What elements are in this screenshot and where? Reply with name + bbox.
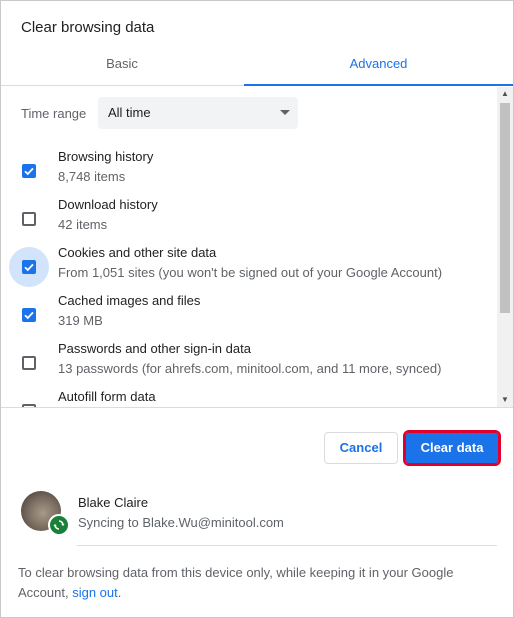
checkmark-icon (24, 311, 34, 320)
dialog-title: Clear browsing data (21, 19, 155, 36)
option-passwords[interactable]: Passwords and other sign-in data 13 pass… (1, 341, 497, 389)
cookies-checkbox[interactable] (22, 260, 36, 274)
passwords-checkbox[interactable] (22, 356, 36, 370)
option-label: Cookies and other site data (58, 245, 217, 260)
option-label: Passwords and other sign-in data (58, 341, 251, 356)
sync-status: Syncing to Blake.Wu@minitool.com (78, 515, 284, 530)
option-autofill[interactable]: Autofill form data (1, 389, 497, 407)
option-detail: 319 MB (58, 313, 103, 328)
active-tab-indicator (244, 84, 513, 86)
option-label: Download history (58, 197, 158, 212)
time-range-value: All time (108, 105, 151, 120)
option-detail: 42 items (58, 217, 108, 232)
option-download-history[interactable]: Download history 42 items (1, 197, 497, 245)
tab-bar: Basic Advanced (1, 47, 513, 86)
cancel-button[interactable]: Cancel (324, 432, 398, 464)
cached-images-checkbox[interactable] (22, 308, 36, 322)
sync-icon (48, 514, 70, 536)
vertical-scrollbar[interactable]: ▲ ▼ (497, 87, 513, 407)
dropdown-arrow-icon (280, 110, 290, 115)
sign-out-link[interactable]: sign out (72, 585, 118, 600)
option-detail: 13 passwords (for ahrefs.com, minitool.c… (58, 361, 442, 376)
option-detail: 8,748 items (58, 169, 126, 184)
option-browsing-history[interactable]: Browsing history 8,748 items (1, 149, 497, 197)
checkbox-focus-ring (9, 247, 49, 287)
time-range-select[interactable]: All time (98, 97, 298, 129)
scroll-up-arrow-icon[interactable]: ▲ (497, 87, 513, 101)
checkbox-ripple (9, 199, 49, 239)
scroll-down-arrow-icon[interactable]: ▼ (497, 393, 513, 407)
option-label: Autofill form data (58, 389, 156, 404)
footer-text-end: . (117, 585, 122, 600)
time-range-label: Time range (21, 106, 87, 121)
option-label: Browsing history (58, 149, 154, 164)
clear-data-button[interactable]: Clear data (403, 430, 501, 466)
clear-browsing-data-dialog: Clear browsing data Basic Advanced Time … (0, 0, 514, 618)
footer-note: To clear browsing data from this device … (18, 563, 488, 603)
divider (77, 545, 497, 546)
option-detail: From 1,051 sites (you won't be signed ou… (58, 265, 443, 280)
tab-basic[interactable]: Basic (1, 47, 243, 85)
account-name: Blake Claire (78, 495, 149, 510)
checkbox-ripple (9, 151, 49, 191)
account-info: Blake Claire Syncing to Blake.Wu@minitoo… (21, 491, 497, 547)
checkbox-ripple (9, 295, 49, 335)
tab-advanced[interactable]: Advanced (244, 47, 513, 86)
options-list: Time range All time Browsing history 8,7… (1, 87, 497, 407)
option-cookies[interactable]: Cookies and other site data From 1,051 s… (1, 245, 497, 293)
option-label: Cached images and files (58, 293, 201, 308)
checkbox-ripple (9, 343, 49, 383)
scrollbar-thumb[interactable] (500, 103, 510, 313)
download-history-checkbox[interactable] (22, 212, 36, 226)
browsing-history-checkbox[interactable] (22, 164, 36, 178)
tab-advanced-label: Advanced (349, 56, 408, 71)
option-cached-images[interactable]: Cached images and files 319 MB (1, 293, 497, 341)
checkbox-ripple (9, 391, 49, 407)
checkmark-icon (24, 263, 34, 272)
checkmark-icon (24, 167, 34, 176)
divider (1, 407, 513, 408)
